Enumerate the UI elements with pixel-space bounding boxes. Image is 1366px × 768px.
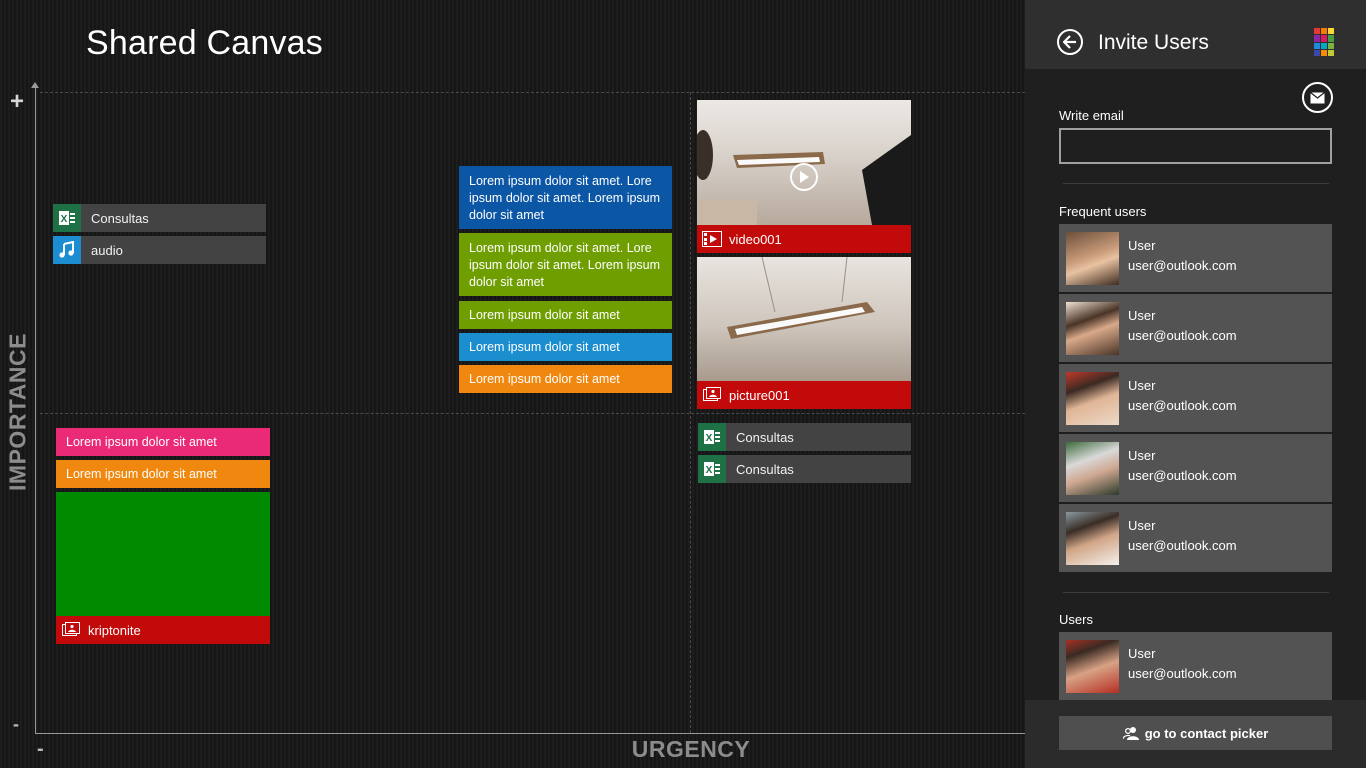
frequent-user-card[interactable]: User user@outlook.com [1059,224,1332,292]
sticky-note[interactable]: Lorem ipsum dolor sit amet [459,365,672,393]
media-caption: video001 [697,225,911,253]
axis-minus-x-label: - [37,738,44,760]
file-name: Consultas [91,210,149,226]
email-label: Write email [1059,108,1124,123]
grid-line-vertical [690,92,691,733]
avatar [1066,442,1119,495]
app-title: Shared Canvas [86,24,323,62]
urgency-label: URGENCY [631,736,751,762]
picture-icon [697,387,727,403]
file-tile-consultas[interactable]: X Consultas [53,204,266,232]
avatar [1066,640,1119,693]
frequent-user-card[interactable]: User user@outlook.com [1059,504,1332,572]
shared-canvas: Shared Canvas + - - IMPORTANCE URGENCY X… [0,0,1025,768]
file-name: Consultas [736,461,794,477]
user-email: user@outlook.com [1128,468,1237,483]
file-tile-consultas[interactable]: X Consultas [698,455,911,483]
sticky-note[interactable]: Lorem ipsum dolor sit amet [459,333,672,361]
contact-picker-button[interactable]: go to contact picker [1059,716,1332,750]
play-icon[interactable] [790,163,818,191]
picture-thumbnail [56,492,270,616]
email-field[interactable] [1059,128,1332,164]
video-tile[interactable]: video001 [697,100,911,253]
svg-text:X: X [61,214,68,225]
urgency-axis [35,733,1025,734]
user-name: User [1128,238,1156,253]
sticky-note[interactable]: Lorem ipsum dolor sit amet. Lore ipsum d… [459,233,672,296]
avatar [1066,302,1119,355]
user-email: user@outlook.com [1128,398,1237,413]
sticky-note[interactable]: Lorem ipsum dolor sit amet [459,301,672,329]
grid-line-middle [40,413,1025,414]
user-email: user@outlook.com [1128,328,1237,343]
frequent-users-label: Frequent users [1059,204,1147,219]
excel-icon: X [698,455,726,483]
user-name: User [1128,378,1156,393]
media-caption-text: picture001 [729,387,790,403]
user-name: User [1128,518,1156,533]
importance-axis [35,86,36,733]
axis-minus-y-label: - [13,714,19,734]
frequent-user-card[interactable]: User user@outlook.com [1059,364,1332,432]
user-email: user@outlook.com [1128,538,1237,553]
excel-icon: X [698,423,726,451]
importance-label: IMPORTANCE [4,333,31,491]
file-tile-audio[interactable]: audio [53,236,266,264]
invite-users-panel: Invite Users Write email Frequent users … [1025,0,1366,768]
send-mail-icon[interactable] [1302,82,1333,113]
music-note-icon [53,236,81,264]
axis-plus-label: + [10,88,25,115]
user-card[interactable]: User user@outlook.com [1059,632,1332,700]
picture-icon [56,622,86,638]
media-caption: kriptonite [56,616,270,644]
avatar [1066,372,1119,425]
excel-icon: X [53,204,81,232]
divider [1063,183,1329,184]
contacts-icon [1122,726,1139,740]
file-tile-consultas[interactable]: X Consultas [698,423,911,451]
sticky-note[interactable]: Lorem ipsum dolor sit amet [56,460,270,488]
video-icon [697,231,727,247]
user-name: User [1128,448,1156,463]
avatar [1066,512,1119,565]
divider [1063,592,1329,593]
user-email: user@outlook.com [1128,258,1237,273]
picture-tile-kriptonite[interactable]: kriptonite [56,492,270,644]
users-label: Users [1059,612,1093,627]
frequent-user-card[interactable]: User user@outlook.com [1059,434,1332,502]
file-name: Consultas [736,429,794,445]
sticky-note[interactable]: Lorem ipsum dolor sit amet [56,428,270,456]
file-name: audio [91,242,123,258]
picture-thumbnail [697,257,911,381]
svg-text:X: X [706,465,713,476]
media-caption-text: video001 [729,231,782,247]
user-name: User [1128,308,1156,323]
panel-header: Invite Users [1025,0,1366,69]
video-thumbnail [697,100,911,225]
app-logo-icon [1314,28,1334,56]
contact-picker-label: go to contact picker [1144,725,1269,741]
back-arrow-icon[interactable] [1057,29,1083,55]
axis-arrow-icon [31,82,39,88]
avatar [1066,232,1119,285]
media-caption: picture001 [697,381,911,409]
picture-tile[interactable]: picture001 [697,257,911,409]
frequent-user-card[interactable]: User user@outlook.com [1059,294,1332,362]
panel-title: Invite Users [1098,31,1209,54]
svg-text:X: X [706,433,713,444]
user-email: user@outlook.com [1128,666,1237,681]
sticky-note[interactable]: Lorem ipsum dolor sit amet. Lore ipsum d… [459,166,672,229]
grid-line-top [40,92,1025,93]
media-caption-text: kriptonite [88,622,141,638]
user-name: User [1128,646,1156,661]
